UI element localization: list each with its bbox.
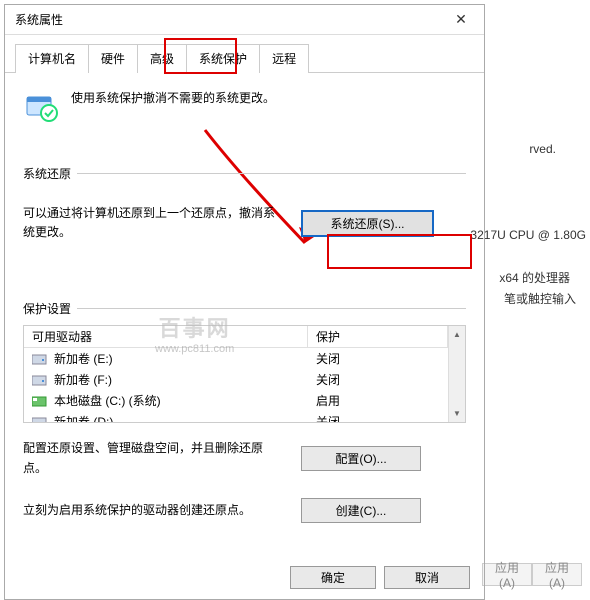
drive-icon xyxy=(32,353,48,365)
drive-row[interactable]: 新加卷 (E:) 关闭 xyxy=(24,348,448,369)
create-text: 立刻为启用系统保护的驱动器创建还原点。 xyxy=(23,501,283,520)
tab-remote[interactable]: 远程 xyxy=(259,44,309,73)
titlebar: 系统属性 ✕ xyxy=(5,5,484,35)
tab-advanced[interactable]: 高级 xyxy=(137,44,187,73)
close-icon: ✕ xyxy=(455,11,467,28)
col-header-drive[interactable]: 可用驱动器 xyxy=(24,326,308,347)
restore-row: 可以通过将计算机还原到上一个还原点，撤消系统更改。 系统还原(S)... xyxy=(23,204,466,242)
scroll-down-icon[interactable]: ▼ xyxy=(449,405,465,422)
drive-row[interactable]: 新加卷 (D:) 关闭 xyxy=(24,411,448,423)
bg-apply-buttons: 应用(A) 应用(A) xyxy=(482,563,582,586)
configure-text: 配置还原设置、管理磁盘空间，并且删除还原点。 xyxy=(23,439,283,477)
tab-strip: 计算机名 硬件 高级 系统保护 远程 xyxy=(5,35,484,73)
tab-hardware[interactable]: 硬件 xyxy=(88,44,138,73)
intro-row: 使用系统保护撤消不需要的系统更改。 xyxy=(23,89,466,125)
drive-row[interactable]: 新加卷 (F:) 关闭 xyxy=(24,369,448,390)
drive-protect-status: 关闭 xyxy=(308,350,448,367)
bg-rights-text: rved. xyxy=(529,142,556,156)
section-protection-label: 保护设置 xyxy=(23,300,466,317)
restore-text: 可以通过将计算机还原到上一个还原点，撤消系统更改。 xyxy=(23,204,283,242)
drive-icon xyxy=(32,416,48,424)
drive-row[interactable]: 本地磁盘 (C:) (系统) 启用 xyxy=(24,390,448,411)
col-header-protect[interactable]: 保护 xyxy=(308,326,448,347)
drive-protect-status: 关闭 xyxy=(308,413,448,423)
create-button[interactable]: 创建(C)... xyxy=(301,498,421,523)
drive-name: 新加卷 (D:) xyxy=(54,413,113,423)
tab-computer-name[interactable]: 计算机名 xyxy=(15,44,89,73)
dialog-buttons: 确定 取消 xyxy=(290,566,470,589)
drive-icon xyxy=(32,374,48,386)
drives-list: 可用驱动器 保护 新加卷 (E:)关闭新加卷 (F:)关闭本地磁盘 (C:) (… xyxy=(23,325,466,423)
tab-content: 使用系统保护撤消不需要的系统更改。 系统还原 可以通过将计算机还原到上一个还原点… xyxy=(5,73,484,539)
dialog-title: 系统属性 xyxy=(5,11,438,28)
drives-scrollbar[interactable]: ▲ ▼ xyxy=(448,326,465,422)
drive-name: 新加卷 (F:) xyxy=(54,371,112,388)
intro-text: 使用系统保护撤消不需要的系统更改。 xyxy=(71,89,275,106)
bg-input-text: 笔或触控输入 xyxy=(504,290,576,307)
create-row: 立刻为启用系统保护的驱动器创建还原点。 创建(C)... xyxy=(23,498,466,523)
section-restore-label: 系统还原 xyxy=(23,165,466,182)
system-protection-icon xyxy=(23,89,59,125)
drive-name: 本地磁盘 (C:) (系统) xyxy=(54,392,161,409)
drive-protect-status: 关闭 xyxy=(308,371,448,388)
system-properties-dialog: 系统属性 ✕ 计算机名 硬件 高级 系统保护 远程 使用系统保护撤消不需要的系统… xyxy=(4,4,485,600)
drive-name: 新加卷 (E:) xyxy=(54,350,113,367)
drives-header: 可用驱动器 保护 xyxy=(24,326,448,348)
configure-button[interactable]: 配置(O)... xyxy=(301,446,421,471)
bg-cpu-text: 3217U CPU @ 1.80G xyxy=(470,228,586,242)
configure-row: 配置还原设置、管理磁盘空间，并且删除还原点。 配置(O)... xyxy=(23,439,466,477)
cancel-button[interactable]: 取消 xyxy=(384,566,470,589)
system-restore-button[interactable]: 系统还原(S)... xyxy=(301,210,434,237)
drive-icon xyxy=(32,395,48,407)
drive-protect-status: 启用 xyxy=(308,392,448,409)
bg-apply-button-1[interactable]: 应用(A) xyxy=(482,563,532,586)
tab-system-protection[interactable]: 系统保护 xyxy=(186,44,260,73)
bg-apply-button-2[interactable]: 应用(A) xyxy=(532,563,582,586)
ok-button[interactable]: 确定 xyxy=(290,566,376,589)
bg-arch-text: x64 的处理器 xyxy=(499,269,570,286)
close-button[interactable]: ✕ xyxy=(438,5,484,35)
scroll-up-icon[interactable]: ▲ xyxy=(449,326,465,343)
